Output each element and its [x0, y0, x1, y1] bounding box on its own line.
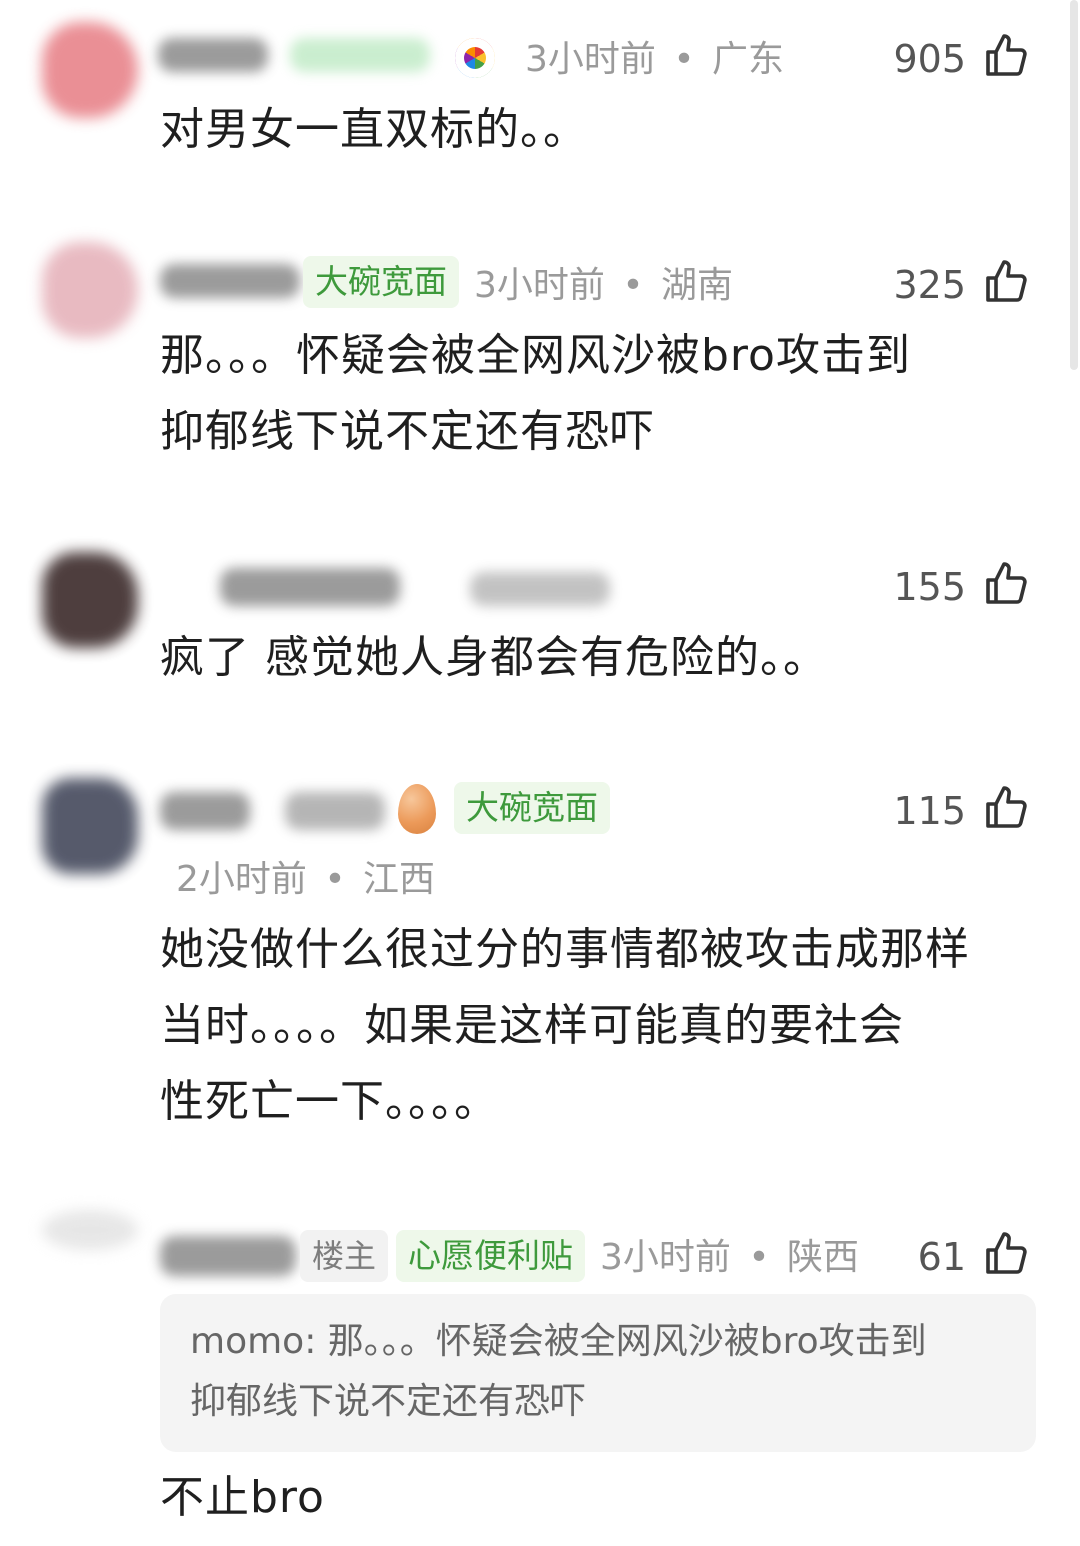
user-badge[interactable]: 心愿便利贴 — [396, 1230, 585, 1282]
comment-location: 湖南 — [661, 265, 734, 306]
user-badge[interactable]: 大碗宽面 — [454, 782, 610, 834]
like-count: 905 — [893, 37, 966, 81]
quoted-reply-line: 抑郁线下说不定还有恐吓 — [190, 1381, 587, 1422]
thumbs-up-icon[interactable] — [982, 784, 1030, 832]
avatar[interactable] — [42, 1210, 138, 1250]
meta-separator: • — [324, 859, 346, 900]
comment-location: 广东 — [712, 39, 785, 80]
comment-text-line: 那。。。怀疑会被全网风沙被bro攻击到 — [160, 330, 911, 381]
comment-text-line: 当时。。。。如果是这样可能真的要社会 — [160, 1000, 904, 1051]
quoted-reply[interactable]: momo: 那。。。怀疑会被全网风沙被bro攻击到 抑郁线下说不定还有恐吓 — [160, 1294, 1036, 1452]
thumbs-up-icon[interactable] — [982, 32, 1030, 80]
avatar[interactable] — [42, 22, 138, 118]
meta-separator: • — [673, 39, 695, 80]
comment-location: 江西 — [363, 859, 436, 900]
comment-meta: 3小时前 • 湖南 — [474, 268, 733, 304]
meta-separator: • — [748, 1237, 770, 1278]
comment-text-line: 她没做什么很过分的事情都被攻击成那样 — [160, 924, 970, 975]
thumbs-up-icon[interactable] — [982, 258, 1030, 306]
comment-item: 大碗宽面 115 2小时前 • 江西 她没做什么很过分的事情都被攻击成那样 当时… — [0, 774, 1080, 1164]
comment-meta: 2小时前 • 江西 — [176, 862, 435, 898]
avatar[interactable] — [42, 778, 138, 874]
avatar[interactable] — [42, 552, 138, 648]
comment-text: 疯了 感觉她人身都会有危险的。。 — [160, 632, 828, 683]
comment-text: 那。。。怀疑会被全网风沙被bro攻击到 抑郁线下说不定还有恐吓 — [160, 318, 1040, 470]
comment-meta: 3小时前 • 陕西 — [600, 1240, 859, 1276]
like-count: 61 — [917, 1235, 966, 1279]
quoted-reply-text: momo: 那。。。怀疑会被全网风沙被bro攻击到 抑郁线下说不定还有恐吓 — [190, 1312, 1010, 1432]
comment-list-screen: { "comments": [ { "avatar_color": "#e883… — [0, 0, 1080, 1546]
comment-text-line: 性死亡一下。。。。 — [160, 1076, 499, 1127]
meta-separator: • — [622, 265, 644, 306]
comment-item: 大碗宽面 3小时前 • 湖南 325 那。。。怀疑会被全网风沙被bro攻击到 抑… — [0, 230, 1080, 490]
username-blurred[interactable] — [158, 38, 268, 72]
username-blurred[interactable] — [160, 1236, 296, 1276]
colorful-round-emoji-icon — [455, 38, 495, 78]
user-badge[interactable]: 大碗宽面 — [303, 256, 459, 308]
username-blurred[interactable] — [160, 264, 300, 298]
avatar[interactable] — [42, 242, 138, 338]
username-tag-blurred — [470, 572, 610, 606]
quoted-reply-line: momo: 那。。。怀疑会被全网风沙被bro攻击到 — [190, 1321, 927, 1362]
thumbs-up-icon[interactable] — [982, 560, 1030, 608]
username-tag-blurred — [290, 38, 430, 72]
egg-icon — [398, 784, 436, 834]
comment-item: 155 疯了 感觉她人身都会有危险的。。 — [0, 548, 1080, 708]
like-count: 155 — [893, 565, 966, 609]
username-blurred[interactable] — [220, 568, 400, 606]
username-tag-blurred — [285, 792, 385, 830]
comment-text: 不止bro — [160, 1472, 325, 1523]
comment-time: 2小时前 — [176, 859, 307, 900]
comment-text-line: 抑郁线下说不定还有恐吓 — [160, 406, 655, 457]
comment-time: 3小时前 — [525, 39, 656, 80]
owner-badge: 楼主 — [300, 1230, 389, 1282]
thumbs-up-icon[interactable] — [982, 1230, 1030, 1278]
comment-time: 3小时前 — [600, 1237, 731, 1278]
comment-location: 陕西 — [787, 1237, 860, 1278]
like-count: 115 — [893, 789, 966, 833]
like-count: 325 — [893, 263, 966, 307]
comment-text: 对男女一直双标的。。 — [160, 104, 588, 155]
comment-time: 3小时前 — [474, 265, 605, 306]
comment-item: 楼主 心愿便利贴 3小时前 • 陕西 61 momo: 那。。。怀疑会被全网风沙… — [0, 1210, 1080, 1546]
username-blurred[interactable] — [160, 792, 250, 830]
comment-meta: 3小时前 • 广东 — [525, 42, 784, 78]
comment-text: 她没做什么很过分的事情都被攻击成那样 当时。。。。如果是这样可能真的要社会 性死… — [160, 912, 1040, 1140]
comment-item: 3小时前 • 广东 905 对男女一直双标的。。 — [0, 0, 1080, 200]
